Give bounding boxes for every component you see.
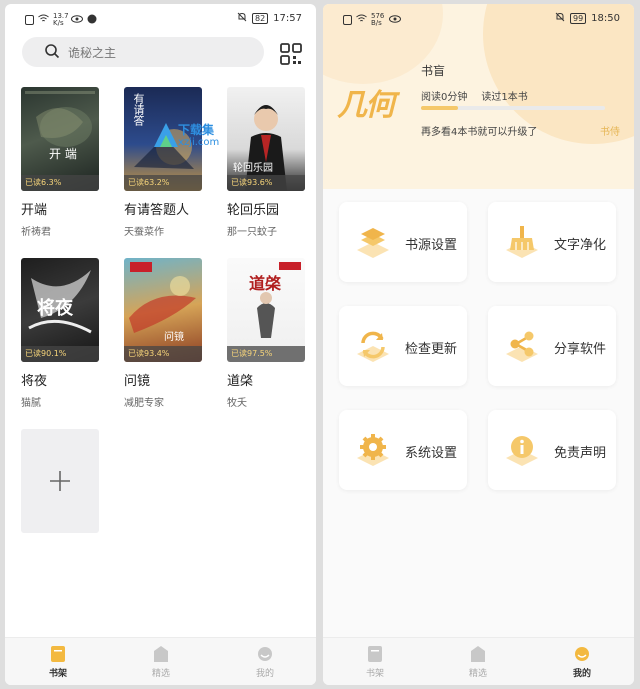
- eye-icon: [71, 14, 83, 26]
- add-book-button[interactable]: [21, 429, 99, 533]
- book-cover[interactable]: 道棨 已读97.5%: [227, 258, 305, 362]
- book-title: 轮回乐园: [227, 203, 280, 218]
- battery-level: 82: [251, 13, 269, 24]
- book-cover[interactable]: 将夜 已读90.1%: [21, 258, 99, 362]
- book-item[interactable]: 开 端 已读6.3% 开端 祈祷君: [21, 87, 101, 238]
- menu-book-source[interactable]: 书源设置: [339, 202, 467, 282]
- level-progress-fill: [421, 106, 458, 110]
- books-read: 读过1本书: [481, 92, 528, 103]
- broom-icon: [506, 226, 538, 258]
- tab-profile[interactable]: 我的: [562, 645, 602, 679]
- reading-progress: 已读90.1%: [21, 346, 99, 362]
- book-title: 将夜: [21, 374, 48, 389]
- user-stats: 阅读0分钟 读过1本书: [421, 88, 528, 103]
- book-title: 有请答题人: [124, 203, 190, 218]
- qr-scan-icon[interactable]: [279, 42, 303, 66]
- vpn-icon: [87, 14, 97, 27]
- book-title: 开端: [21, 203, 48, 218]
- book-cover[interactable]: 开 端 已读6.3%: [21, 87, 99, 191]
- cover-title: 轮回乐园: [233, 163, 273, 174]
- read-time: 阅读0分钟: [421, 92, 468, 103]
- sim-icon: [25, 15, 34, 25]
- wifi-icon: [356, 14, 367, 26]
- status-bar: 576 B/s 99 18:50: [323, 4, 634, 32]
- book-item[interactable]: 道棨 已读97.5% 道棨 牧夭: [227, 258, 307, 409]
- level-hint: 再多看4本书就可以升级了: [421, 127, 538, 138]
- book-author: 那一只蚊子: [227, 227, 277, 238]
- tab-bookshelf[interactable]: 书架: [355, 645, 395, 679]
- cover-title: 有请答: [132, 93, 145, 126]
- plus-icon: [50, 471, 70, 491]
- menu-check-update[interactable]: 检查更新: [339, 306, 467, 386]
- app-logo: 几何: [337, 88, 395, 123]
- clock: 17:57: [273, 13, 302, 24]
- bottom-tab-bar: 书架 精选 我的: [5, 637, 316, 685]
- share-icon: [506, 331, 538, 362]
- book-author: 天蚕菜作: [124, 227, 164, 238]
- reading-progress: 已读63.2%: [124, 175, 202, 191]
- profile-icon: [258, 647, 272, 661]
- book-author: 祈祷君: [21, 227, 51, 238]
- reading-progress: 已读93.6%: [227, 175, 305, 191]
- eye-icon: [389, 14, 401, 26]
- book-author: 减肥专家: [124, 398, 164, 409]
- network-speed: 576 B/s: [371, 12, 385, 27]
- watermark-logo-icon: [154, 123, 178, 147]
- tab-featured[interactable]: 精选: [141, 645, 181, 679]
- tab-bookshelf[interactable]: 书架: [38, 645, 78, 679]
- layers-icon: [357, 228, 389, 258]
- menu-text-clean[interactable]: 文字净化: [488, 202, 616, 282]
- book-author: 猫腻: [21, 398, 41, 409]
- menu-disclaimer[interactable]: 免责声明: [488, 410, 616, 490]
- featured-icon: [471, 646, 485, 662]
- wifi-icon: [38, 14, 49, 26]
- bottom-tab-bar: 书架 精选 我的: [323, 637, 634, 685]
- search-icon: [44, 43, 60, 62]
- menu-share-app[interactable]: 分享软件: [488, 306, 616, 386]
- user-name: 书盲: [421, 64, 446, 78]
- profile-screen: 576 B/s 99 18:50 几何 书盲 阅读0分钟 读过1本书 再多看4本…: [323, 4, 634, 685]
- watermark-url: xzji.com: [178, 137, 220, 148]
- book-item[interactable]: 问镜 已读93.4% 问镜 减肥专家: [124, 258, 204, 409]
- battery-level: 99: [569, 13, 587, 24]
- mute-icon: [237, 12, 247, 25]
- book-item[interactable]: 轮回乐园 已读93.6% 轮回乐园 那一只蚊子: [227, 87, 307, 238]
- search-placeholder: 诡秘之主: [68, 45, 117, 60]
- tab-profile[interactable]: 我的: [245, 645, 285, 679]
- featured-icon: [154, 646, 168, 662]
- menu-system-settings[interactable]: 系统设置: [339, 410, 467, 490]
- info-icon: [506, 436, 538, 466]
- book-item[interactable]: 有请答 已读63.2% 有请答题人 天蚕菜作: [124, 87, 204, 238]
- reading-progress: 已读93.4%: [124, 346, 202, 362]
- watermark: 下载集 xzji.com: [152, 119, 232, 153]
- cover-title: 将夜: [37, 298, 73, 319]
- bookshelf-screen: 13.7 K/s 82 17:57 诡秘之主 开 端 已读6.3% 开端 祈祷君…: [5, 4, 316, 685]
- cover-title: 问镜: [164, 332, 184, 343]
- clock: 18:50: [591, 13, 620, 24]
- profile-icon: [575, 647, 589, 661]
- tab-featured[interactable]: 精选: [458, 645, 498, 679]
- book-cover[interactable]: 轮回乐园 已读93.6%: [227, 87, 305, 191]
- search-bar[interactable]: 诡秘之主: [22, 37, 264, 67]
- level-name: 书侍: [600, 127, 620, 138]
- refresh-icon: [357, 331, 389, 362]
- reading-progress: 已读6.3%: [21, 175, 99, 191]
- network-speed: 13.7 K/s: [53, 12, 69, 27]
- status-bar: 13.7 K/s 82 17:57: [5, 4, 316, 32]
- bookshelf-icon: [51, 646, 65, 662]
- reading-progress: 已读97.5%: [227, 346, 305, 362]
- book-author: 牧夭: [227, 398, 247, 409]
- watermark-text: 下载集: [178, 123, 215, 137]
- bookshelf-icon: [368, 646, 382, 662]
- book-item[interactable]: 将夜 已读90.1% 将夜 猫腻: [21, 258, 101, 409]
- sim-icon: [343, 15, 352, 25]
- book-title: 道棨: [227, 374, 254, 389]
- mute-icon: [555, 12, 565, 25]
- gear-icon: [357, 434, 389, 466]
- level-progress-bar: [421, 106, 605, 110]
- cover-title: 开 端: [49, 147, 77, 161]
- book-title: 问镜: [124, 374, 151, 389]
- book-cover[interactable]: 问镜 已读93.4%: [124, 258, 202, 362]
- cover-title: 道棨: [249, 274, 282, 293]
